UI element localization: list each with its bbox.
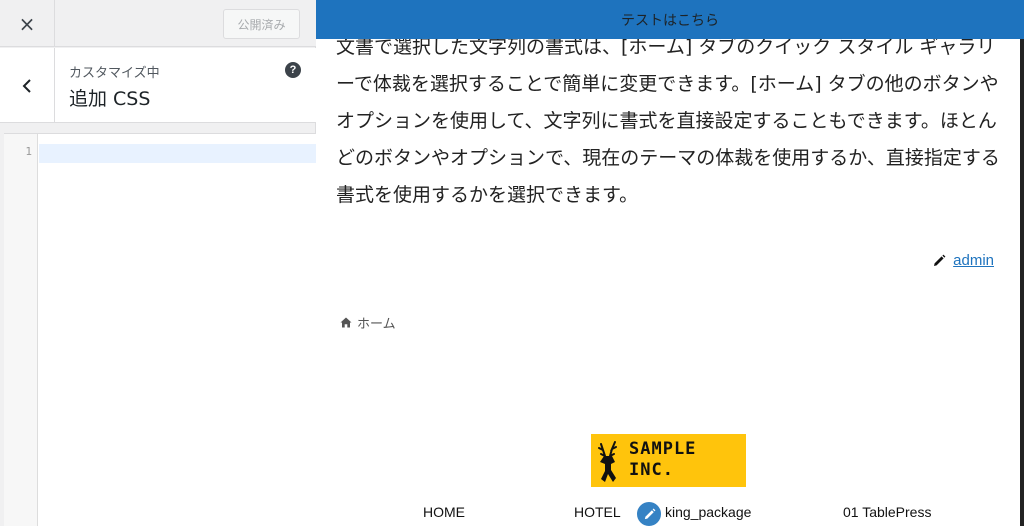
line-number: 1 xyxy=(25,145,32,158)
section-subtitle: カスタマイズ中 xyxy=(69,66,160,81)
article-body-text: 文書で選択した文字列の書式は、[ホーム] タブのクイック スタイル ギャラリーで… xyxy=(336,36,1000,206)
close-customizer-button[interactable]: × xyxy=(0,0,55,47)
back-button[interactable] xyxy=(0,48,55,123)
customizer-panel: × 公開済み カスタマイズ中 追加 CSS ? 1 xyxy=(0,0,316,526)
pencil-icon xyxy=(644,508,655,519)
section-title: 追加 CSS xyxy=(69,88,151,110)
edit-shortcut-button[interactable] xyxy=(635,500,663,526)
nav-item-hotel[interactable]: HOTEL xyxy=(574,504,621,520)
customizer-header: × 公開済み xyxy=(0,0,316,47)
site-preview: 文書で選択した文字列の書式は、[ホーム] タブのクイック スタイル ギャラリーで… xyxy=(316,0,1024,526)
author-link[interactable]: admin xyxy=(953,252,994,269)
nav-item-tablepress[interactable]: 01 TablePress xyxy=(843,504,931,520)
deer-logo-icon xyxy=(598,441,617,482)
breadcrumb: ホーム xyxy=(340,313,396,332)
section-header: カスタマイズ中 追加 CSS xyxy=(0,48,316,123)
pencil-icon xyxy=(934,254,946,266)
top-announcement-bar[interactable]: テストはこちら xyxy=(316,0,1024,39)
post-author: admin xyxy=(932,252,994,269)
nav-item-home[interactable]: HOME xyxy=(423,504,465,520)
publish-button[interactable]: 公開済み xyxy=(223,9,300,39)
help-icon[interactable]: ? xyxy=(285,62,301,78)
close-icon: × xyxy=(18,11,36,36)
css-code-editor[interactable]: 1 xyxy=(4,133,316,526)
line-number-gutter: 1 xyxy=(4,134,38,526)
logo-line-2: INC. xyxy=(629,460,674,480)
breadcrumb-home-link[interactable]: ホーム xyxy=(357,313,396,332)
logo-line-1: SAMPLE xyxy=(629,439,697,459)
nav-item-king-package[interactable]: king_package xyxy=(665,504,751,520)
scrollbar[interactable] xyxy=(1020,0,1024,526)
home-icon xyxy=(340,317,352,328)
active-line[interactable] xyxy=(39,144,316,163)
chevron-left-icon xyxy=(22,78,31,93)
site-logo[interactable]: SAMPLE INC. xyxy=(591,434,746,487)
